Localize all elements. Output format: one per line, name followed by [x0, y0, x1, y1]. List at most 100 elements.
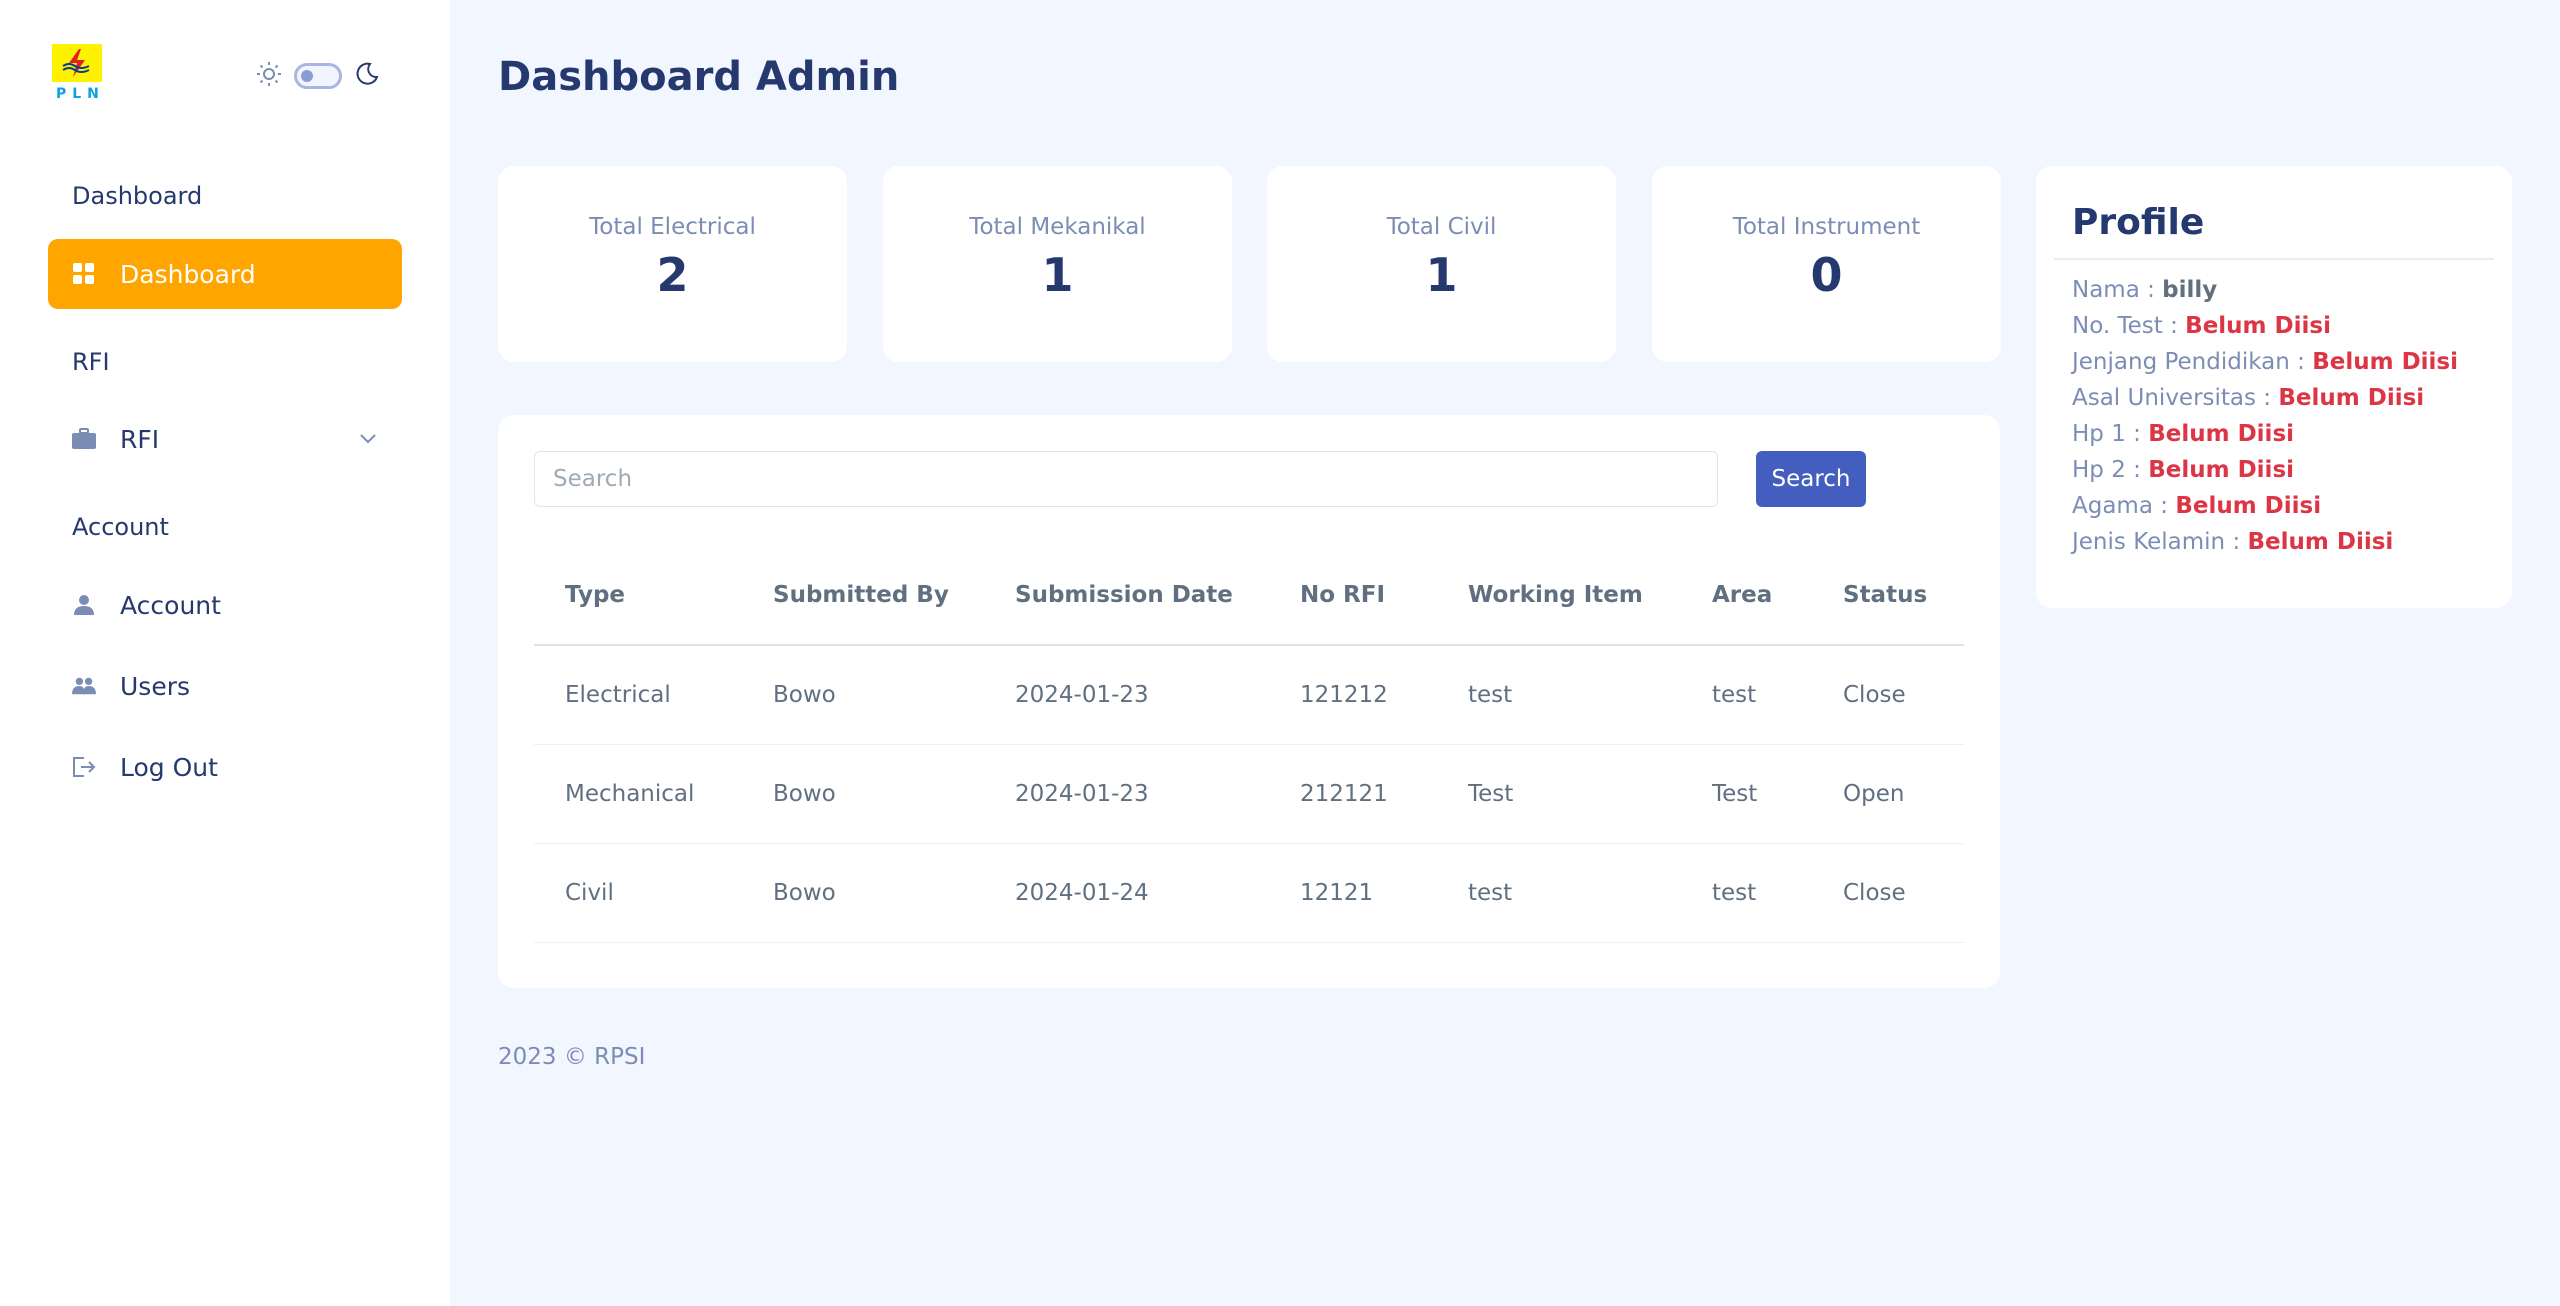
column-header-type[interactable]: Type [534, 545, 742, 646]
stat-value: 1 [1425, 248, 1458, 302]
people-icon [72, 674, 96, 698]
column-header-area[interactable]: Area [1681, 545, 1812, 646]
stat-card-civil: Total Civil 1 [1267, 166, 1616, 362]
sidebar-item-dashboard[interactable]: Dashboard [48, 239, 402, 309]
cell-status: Close [1812, 645, 1964, 745]
sidebar-item-label: RFI [120, 424, 160, 454]
profile-field-hp1: Hp 1 : Belum Diisi [2072, 416, 2458, 452]
stat-value: 2 [656, 248, 689, 302]
cell-submitted-by: Bowo [742, 645, 984, 745]
cell-no-rfi: 121212 [1269, 645, 1437, 745]
field-value: Belum Diisi [2185, 313, 2331, 339]
column-header-status[interactable]: Status [1812, 545, 1964, 646]
sidebar-item-users[interactable]: Users [48, 651, 402, 721]
grid-icon [72, 262, 96, 286]
field-value: Belum Diisi [2148, 457, 2295, 483]
briefcase-icon [72, 427, 96, 451]
profile-field-asal-universitas: Asal Universitas : Belum Diisi [2072, 380, 2458, 416]
moon-icon [354, 61, 380, 91]
search-button[interactable]: Search [1756, 451, 1866, 507]
cell-type: Electrical [534, 645, 742, 745]
column-header-submission-date[interactable]: Submission Date [984, 545, 1269, 646]
sidebar-item-label: Dashboard [120, 259, 256, 289]
stat-card-electrical: Total Electrical 2 [498, 166, 847, 362]
stat-value: 1 [1041, 248, 1074, 302]
table-header-row: Type Submitted By Submission Date No RFI… [534, 545, 1964, 646]
sidebar-item-label: Log Out [120, 752, 218, 782]
field-value: billy [2162, 277, 2218, 303]
profile-card: Profile Nama : billy No. Test : Belum Di… [2036, 166, 2512, 608]
stat-label: Total Mekanikal [969, 214, 1146, 240]
cell-no-rfi: 12121 [1269, 843, 1437, 943]
profile-field-no-test: No. Test : Belum Diisi [2072, 308, 2458, 344]
cell-submission-date: 2024-01-23 [984, 645, 1269, 745]
cell-status: Open [1812, 744, 1964, 844]
lightning-icon [52, 44, 102, 82]
field-label: Jenis Kelamin : [2072, 529, 2248, 555]
field-label: Hp 1 : [2072, 421, 2149, 447]
cell-type: Civil [534, 843, 742, 943]
cell-working-item: test [1437, 645, 1681, 745]
field-label: Jenjang Pendidikan : [2072, 349, 2313, 375]
stat-card-mekanikal: Total Mekanikal 1 [883, 166, 1232, 362]
sidebar-section-dashboard: Dashboard [72, 182, 203, 210]
divider [2054, 258, 2494, 260]
column-header-no-rfi[interactable]: No RFI [1269, 545, 1437, 646]
cell-area: test [1681, 843, 1812, 943]
stat-value: 0 [1810, 248, 1843, 302]
rfi-table-card: Search Type Submitted By Submission Date… [498, 415, 2000, 988]
column-header-submitted-by[interactable]: Submitted By [742, 545, 984, 646]
profile-field-hp2: Hp 2 : Belum Diisi [2072, 452, 2458, 488]
column-header-working-item[interactable]: Working Item [1437, 545, 1681, 646]
cell-area: test [1681, 645, 1812, 745]
profile-field-agama: Agama : Belum Diisi [2072, 488, 2458, 524]
cell-submission-date: 2024-01-24 [984, 843, 1269, 943]
sidebar-item-label: Users [120, 671, 191, 701]
cell-area: Test [1681, 744, 1812, 844]
profile-fields: Nama : billy No. Test : Belum Diisi Jenj… [2072, 272, 2458, 560]
cell-working-item: test [1437, 843, 1681, 943]
field-value: Belum Diisi [2175, 493, 2322, 519]
cell-submitted-by: Bowo [742, 744, 984, 844]
field-value: Belum Diisi [2278, 385, 2425, 411]
page-title: Dashboard Admin [498, 54, 900, 100]
cell-status: Close [1812, 843, 1964, 943]
sun-icon [256, 61, 282, 91]
field-label: Hp 2 : [2072, 457, 2149, 483]
field-label: Agama : [2072, 493, 2176, 519]
stat-card-instrument: Total Instrument 0 [1652, 166, 2001, 362]
cell-working-item: Test [1437, 744, 1681, 844]
theme-toggle[interactable] [256, 58, 380, 94]
cell-submitted-by: Bowo [742, 843, 984, 943]
field-label: No. Test : [2072, 313, 2186, 339]
sidebar-item-logout[interactable]: Log Out [48, 732, 402, 802]
theme-switch[interactable] [294, 63, 342, 89]
stat-label: Total Civil [1386, 214, 1497, 240]
profile-title: Profile [2072, 202, 2205, 243]
field-value: Belum Diisi [2148, 421, 2295, 447]
field-label: Asal Universitas : [2072, 385, 2279, 411]
cell-submission-date: 2024-01-23 [984, 744, 1269, 844]
field-label: Nama : [2072, 277, 2163, 303]
stat-label: Total Instrument [1732, 214, 1921, 240]
search-input[interactable] [534, 451, 1718, 507]
sidebar: PLN Dashboard Dashboard RFI RFI Account … [0, 0, 450, 1306]
field-value: Belum Diisi [2312, 349, 2458, 375]
cell-type: Mechanical [534, 744, 742, 844]
logout-icon [72, 755, 96, 779]
sidebar-item-account[interactable]: Account [48, 570, 402, 640]
field-value: Belum Diisi [2247, 529, 2394, 555]
sidebar-item-rfi[interactable]: RFI [48, 404, 402, 474]
table-row[interactable]: Civil Bowo 2024-01-24 12121 test test Cl… [534, 843, 1964, 943]
chevron-down-icon [358, 426, 378, 455]
pln-logo[interactable]: PLN [52, 44, 104, 104]
profile-field-jenjang-pendidikan: Jenjang Pendidikan : Belum Diisi [2072, 344, 2458, 380]
stat-label: Total Electrical [589, 214, 756, 240]
profile-field-jenis-kelamin: Jenis Kelamin : Belum Diisi [2072, 524, 2458, 560]
theme-switch-knob [301, 70, 313, 82]
sidebar-section-rfi: RFI [72, 348, 110, 376]
table-row[interactable]: Electrical Bowo 2024-01-23 121212 test t… [534, 645, 1964, 745]
profile-field-nama: Nama : billy [2072, 272, 2458, 308]
rfi-table: Type Submitted By Submission Date No RFI… [534, 545, 1964, 943]
table-row[interactable]: Mechanical Bowo 2024-01-23 212121 Test T… [534, 744, 1964, 844]
